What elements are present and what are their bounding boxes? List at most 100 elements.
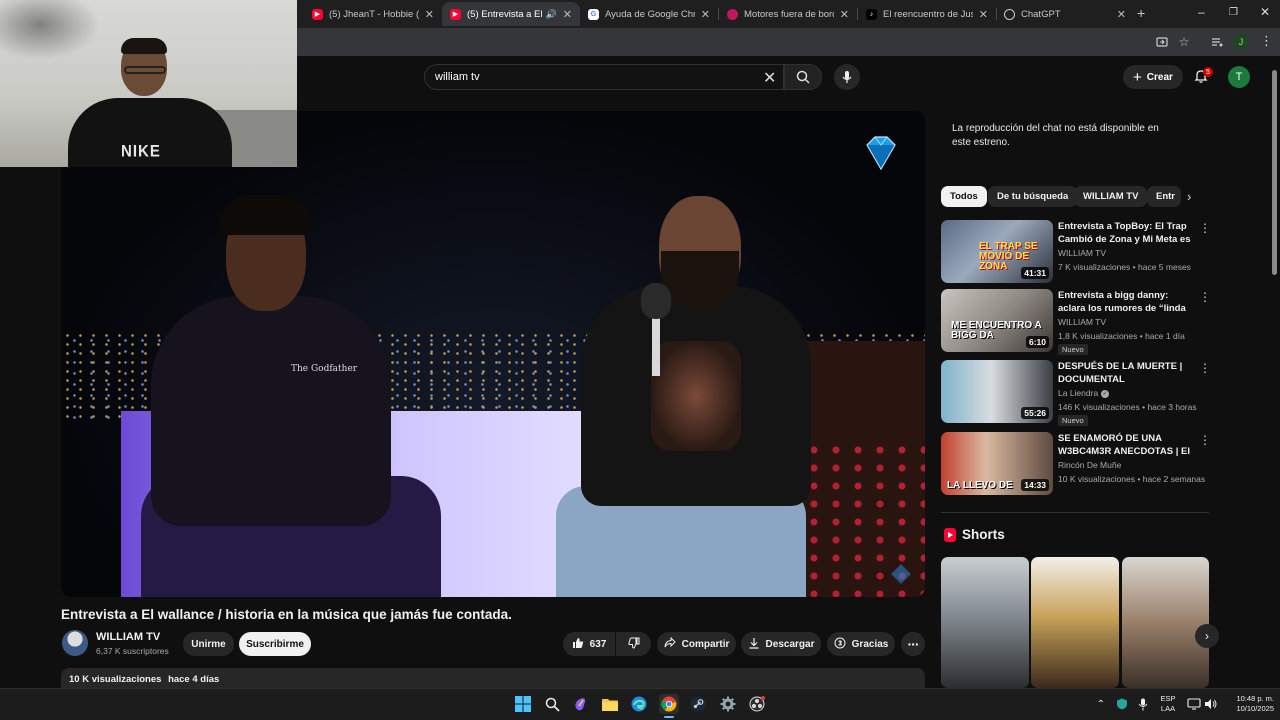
edge-icon[interactable] (629, 694, 649, 714)
close-tab-icon[interactable]: ✕ (840, 8, 849, 21)
tab-justin[interactable]: ♪ El reencuentro de Justin y ✕ (858, 2, 996, 26)
more-vertical-icon[interactable]: ⋮ (1199, 221, 1211, 235)
recommended-video-channel[interactable]: Rincón De Muñe (1058, 460, 1121, 470)
search-button[interactable] (784, 64, 822, 90)
page-scrollbar-thumb[interactable] (1272, 70, 1277, 275)
search-box[interactable] (424, 64, 784, 90)
channel-name[interactable]: WILLIAM TV (96, 631, 160, 643)
view-count: 10 K visualizaciones (1058, 474, 1136, 484)
thumbs-up-icon (572, 637, 584, 652)
recommended-video-title[interactable]: SE ENAMORÓ DE UNA W3BC4M3R ANECDOTAS | E… (1058, 432, 1198, 458)
super-thanks-icon (834, 637, 846, 652)
share-button[interactable]: Compartir (657, 632, 736, 656)
recommended-video-title[interactable]: Entrevista a TopBoy: El Trap Cambió de Z… (1058, 220, 1198, 246)
chip-todos[interactable]: Todos (941, 186, 987, 207)
close-tab-icon[interactable]: ✕ (979, 8, 988, 21)
upload-age: hace 5 meses (1138, 262, 1191, 272)
tab-title: El reencuentro de Justin y (883, 8, 973, 20)
more-vertical-icon[interactable]: ⋮ (1199, 433, 1211, 447)
restore-icon[interactable]: ❐ (1229, 7, 1238, 18)
tab-ayuda-chrome[interactable]: G Ayuda de Google Chrome ✕ (580, 2, 718, 26)
chrome-taskbar-icon[interactable] (659, 694, 679, 714)
video-player[interactable]: The Godfather (61, 111, 925, 597)
tray-chevron-up-icon[interactable]: ⌃ (1091, 694, 1111, 714)
recommended-video[interactable]: EL TRAP SE MOVIÓ DE ZONA 41:31 Entrevist… (941, 220, 1211, 284)
chip-william-tv[interactable]: WILLIAM TV (1074, 186, 1148, 207)
video-thumbnail[interactable]: EL TRAP SE MOVIÓ DE ZONA 41:31 (941, 220, 1053, 283)
more-vertical-icon[interactable]: ⋮ (1199, 361, 1211, 375)
tray-microphone-icon[interactable] (1133, 694, 1153, 714)
recommended-video-meta: 146 K visualizaciones • hace 3 horas (1058, 402, 1197, 412)
input-language[interactable]: ESP LAA (1158, 694, 1178, 714)
chrome-menu-icon[interactable]: ⋮ (1260, 33, 1273, 49)
taskbar-clock[interactable]: 10:48 p. m. 10/10/2025 (1222, 694, 1274, 714)
close-tab-icon[interactable]: ✕ (1117, 8, 1126, 21)
tab-entrevista-wallance[interactable]: ▶ (5) Entrevista a El wallance 🔊 ✕ (442, 2, 580, 26)
short-thumbnail[interactable] (1031, 557, 1119, 688)
video-thumbnail[interactable]: LA LLEVO DE 14:33 (941, 432, 1053, 495)
recommended-video-channel[interactable]: La Liendra ✓ (1058, 388, 1110, 398)
chip-de-tu-busqueda[interactable]: De tu búsqueda (988, 186, 1078, 207)
close-tab-icon[interactable]: ✕ (701, 8, 710, 21)
tab-chatgpt[interactable]: ChatGPT ✕ (996, 2, 1134, 26)
clock-date: 10/10/2025 (1236, 704, 1274, 713)
chrome-profile-avatar[interactable]: J (1233, 34, 1249, 50)
subscribe-button[interactable]: Suscribirme (239, 632, 311, 656)
join-button[interactable]: Unirme (183, 632, 234, 656)
recommended-video-channel[interactable]: WILLIAM TV (1058, 248, 1106, 258)
recommended-video-title[interactable]: Entrevista a bigg danny: aclara los rumo… (1058, 289, 1198, 315)
tab-title: Motores fuera de borda (744, 8, 834, 20)
dislike-button[interactable] (616, 632, 651, 656)
window-close-icon[interactable]: ✕ (1260, 5, 1270, 19)
bookmark-star-icon[interactable]: ☆ (1177, 35, 1191, 49)
media-queue-icon[interactable] (1210, 35, 1224, 49)
create-button[interactable]: + Crear (1123, 65, 1183, 89)
shorts-title: Shorts (962, 527, 1005, 542)
shorts-next-arrow-icon[interactable]: › (1195, 624, 1219, 648)
more-vertical-icon[interactable]: ⋮ (1199, 290, 1211, 304)
more-actions-button[interactable]: ··· (901, 632, 925, 656)
windows-start-icon[interactable] (513, 694, 533, 714)
voice-search-button[interactable] (834, 64, 860, 90)
video-host-shirt-print (651, 341, 741, 451)
recommended-video[interactable]: 55:26 DESPUÉS DE LA MUERTE | DOCUMENTAL … (941, 360, 1211, 426)
account-avatar[interactable]: T (1228, 66, 1250, 88)
video-thumbnail[interactable]: ME ENCUENTRO A BIGG DA 6:10 (941, 289, 1053, 352)
steam-icon[interactable] (688, 694, 708, 714)
tray-shield-icon[interactable] (1112, 694, 1132, 714)
cast-icon[interactable] (1155, 35, 1169, 49)
close-tab-icon[interactable]: ✕ (563, 8, 572, 21)
taskbar-search-icon[interactable] (542, 694, 562, 714)
tab-jheant-hobbie[interactable]: ▶ (5) JheanT - Hobbie (FREE) ✕ (304, 2, 442, 26)
obs-studio-icon[interactable] (747, 694, 767, 714)
chevron-right-icon[interactable]: › (1187, 189, 1191, 204)
description-box[interactable]: 10 K visualizaciones hace 4 días (61, 668, 925, 688)
settings-gear-icon[interactable] (718, 694, 738, 714)
short-thumbnail[interactable] (941, 557, 1029, 688)
speaker-icon[interactable]: 🔊 (546, 9, 557, 20)
diamond-logo-icon (866, 136, 896, 171)
clear-search-icon[interactable]: ✕ (763, 68, 776, 88)
download-button[interactable]: Descargar (741, 632, 821, 656)
file-explorer-icon[interactable] (600, 694, 620, 714)
share-icon (664, 636, 676, 652)
chip-entrevistas[interactable]: Entr (1147, 186, 1181, 207)
short-thumbnail[interactable] (1122, 557, 1209, 688)
minimize-icon[interactable]: – (1198, 5, 1205, 19)
tab-motores[interactable]: Motores fuera de borda ✕ (719, 2, 857, 26)
close-tab-icon[interactable]: ✕ (425, 8, 434, 21)
search-input[interactable] (435, 71, 755, 83)
new-tab-icon[interactable]: + (1137, 5, 1145, 21)
recommended-video-channel[interactable]: WILLIAM TV (1058, 317, 1106, 327)
recommended-video[interactable]: LA LLEVO DE 14:33 SE ENAMORÓ DE UNA W3BC… (941, 432, 1211, 496)
recommended-video-title[interactable]: DESPUÉS DE LA MUERTE | DOCUMENTAL (1058, 360, 1198, 386)
copilot-icon[interactable] (571, 694, 591, 714)
channel-avatar[interactable] (62, 630, 88, 656)
recommended-video[interactable]: ME ENCUENTRO A BIGG DA 6:10 Entrevista a… (941, 289, 1211, 355)
tray-volume-icon[interactable] (1201, 694, 1221, 714)
thanks-button[interactable]: Gracias (827, 632, 895, 656)
video-thumbnail[interactable]: 55:26 (941, 360, 1053, 423)
thanks-label: Gracias (851, 638, 889, 650)
shorts-icon (944, 527, 956, 542)
like-button[interactable]: 637 (563, 632, 615, 656)
